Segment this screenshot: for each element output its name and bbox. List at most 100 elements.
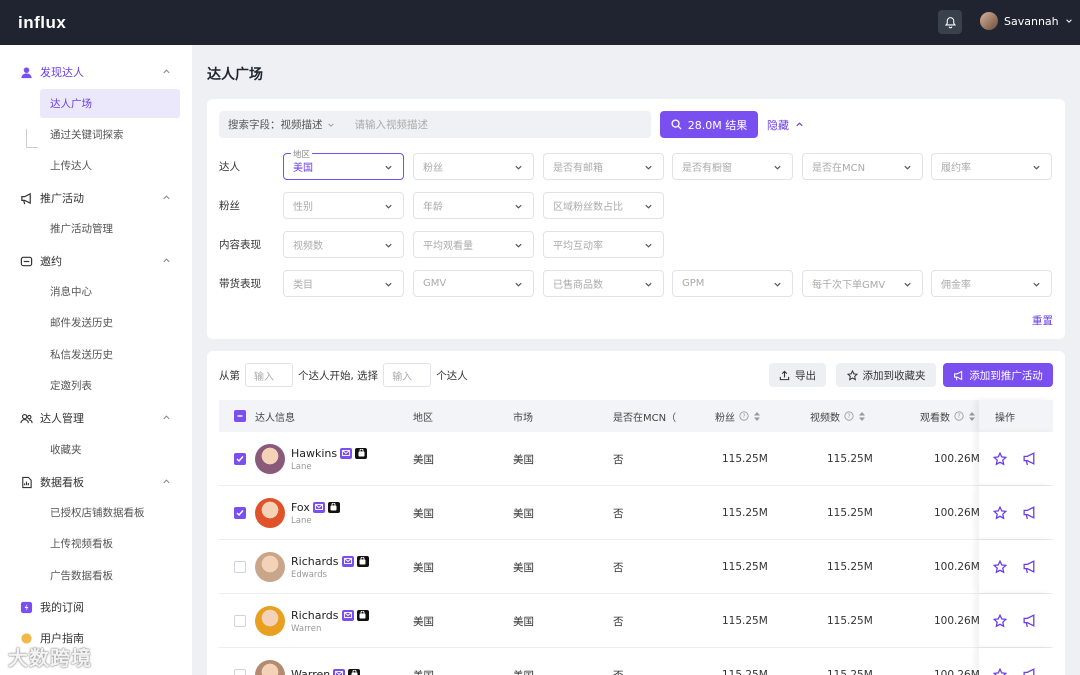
sidebar-group-discover[interactable]: 发现达人 <box>0 59 192 85</box>
region-select[interactable]: 地区 美国 <box>283 148 404 180</box>
count-input[interactable]: 输入 <box>383 363 432 387</box>
fulfillment-select[interactable]: 履约率 <box>931 153 1052 180</box>
campaign-action[interactable] <box>1022 559 1037 577</box>
talent-info-cell[interactable]: Hawkins Lane <box>255 432 368 486</box>
favorite-action[interactable] <box>992 451 1008 469</box>
sidebar-group-dashboards[interactable]: 数据看板 <box>0 469 192 495</box>
items-sold-select[interactable]: 已售商品数 <box>543 270 664 297</box>
commission-select[interactable]: 佣金率 <box>931 270 1052 297</box>
talent-name[interactable]: Hawkins <box>291 447 337 460</box>
gmv-select[interactable]: GMV <box>413 270 534 297</box>
table-row[interactable]: Warren 美国 美国 否 115.25M 115.25M 100.26M <box>219 648 1053 675</box>
favorite-action[interactable] <box>992 667 1008 675</box>
campaign-label: 添加到推广活动 <box>969 369 1043 382</box>
sidebar-group-subscription[interactable]: 我的订阅 <box>0 594 192 620</box>
export-button[interactable]: 导出 <box>769 363 826 387</box>
category-select[interactable]: 类目 <box>283 270 404 297</box>
hide-filters-button[interactable]: 隐藏 <box>767 111 804 138</box>
favorite-action[interactable] <box>992 559 1008 577</box>
select-all-cell[interactable] <box>234 400 246 432</box>
sort-icon[interactable] <box>858 411 866 422</box>
sidebar-item-email-history[interactable]: 邮件发送历史 <box>40 308 180 337</box>
table-row[interactable]: Richards Warren 美国 美国 否 115.25M 115.25M 100.26M <box>219 594 1053 648</box>
notification-button[interactable] <box>938 10 962 34</box>
favorite-action[interactable] <box>992 613 1008 631</box>
campaign-action[interactable] <box>1022 667 1037 675</box>
talent-info-cell[interactable]: Richards Edwards <box>255 540 369 594</box>
table-row[interactable]: Fox Lane 美国 美国 否 115.25M 115.25M 100.26M <box>219 486 1053 540</box>
add-to-campaign-button[interactable]: 添加到推广活动 <box>943 363 1053 387</box>
search-input[interactable]: 请输入视频描述 <box>355 117 429 132</box>
campaign-action[interactable] <box>1022 505 1037 523</box>
region-follower-share-select[interactable]: 区域粉丝数占比 <box>543 192 664 219</box>
app-logo[interactable]: influx <box>18 13 66 33</box>
talent-name[interactable]: Fox <box>291 501 310 514</box>
row-select-cell[interactable] <box>234 432 246 486</box>
search-results-button[interactable]: 28.0M 结果 <box>660 111 758 138</box>
row-checkbox[interactable] <box>234 669 246 675</box>
col-followers[interactable]: 粉丝 ? <box>715 400 761 432</box>
sidebar-group-talent-manage[interactable]: 达人管理 <box>0 405 192 431</box>
sidebar-item-invite-list[interactable]: 定邀列表 <box>40 371 180 400</box>
sidebar-item-favorites[interactable]: 收藏夹 <box>40 435 180 464</box>
talent-name[interactable]: Richards <box>291 555 339 568</box>
favorite-action[interactable] <box>992 505 1008 523</box>
sidebar-item-message-center[interactable]: 消息中心 <box>40 277 180 306</box>
row-checkbox[interactable] <box>234 453 246 465</box>
campaign-action[interactable] <box>1022 451 1037 469</box>
sort-icon[interactable] <box>753 411 761 422</box>
user-menu[interactable]: Savannah <box>980 12 1073 30</box>
row-select-cell[interactable] <box>234 594 246 648</box>
sidebar-item-upload-talent[interactable]: 上传达人 <box>40 151 180 180</box>
row-checkbox[interactable] <box>234 561 246 573</box>
sidebar-item-talent-square[interactable]: 达人广场 <box>40 89 180 118</box>
sidebar-item-dm-history[interactable]: 私信发送历史 <box>40 340 180 369</box>
talent-name[interactable]: Richards <box>291 609 339 622</box>
sidebar-item-ad-dashboard[interactable]: 广告数据看板 <box>40 561 180 590</box>
select-all-checkbox[interactable] <box>234 410 246 422</box>
followers-select[interactable]: 粉丝 <box>413 153 534 180</box>
in-mcn-select[interactable]: 是否在MCN <box>802 153 923 180</box>
gmv-per-thousand-select[interactable]: 每千次下单GMV <box>802 270 923 297</box>
reset-link[interactable]: 重置 <box>1032 313 1053 328</box>
talent-info-cell[interactable]: Fox Lane <box>255 486 340 540</box>
search-bar[interactable]: 搜索字段：视频描述 请输入视频描述 <box>219 111 651 138</box>
sidebar-group-invite[interactable]: 邀约 <box>0 248 192 274</box>
add-to-favorites-button[interactable]: 添加到收藏夹 <box>836 363 936 387</box>
has-showcase-select[interactable]: 是否有橱窗 <box>672 153 793 180</box>
age-select[interactable]: 年龄 <box>413 192 534 219</box>
row-select-cell[interactable] <box>234 486 246 540</box>
mcn-cell: 否 <box>613 648 624 675</box>
has-email-select[interactable]: 是否有邮箱 <box>543 153 664 180</box>
start-index-input[interactable]: 输入 <box>245 363 293 387</box>
table-row[interactable]: Hawkins Lane 美国 美国 否 115.25M 115.25M 100.26M <box>219 432 1053 486</box>
col-views[interactable]: 观看数 ? <box>920 400 976 432</box>
sidebar-item-video-dashboard[interactable]: 上传视频看板 <box>40 529 180 558</box>
table-row[interactable]: Richards Edwards 美国 美国 否 115.25M 115.25M 100.26… <box>219 540 1053 594</box>
sidebar-item-campaign-manage[interactable]: 推广活动管理 <box>40 214 180 243</box>
video-count-select[interactable]: 视频数 <box>283 231 404 258</box>
row-checkbox[interactable] <box>234 507 246 519</box>
talent-info-cell[interactable]: Warren <box>255 648 361 675</box>
users-icon <box>20 413 33 423</box>
campaign-action[interactable] <box>1022 613 1037 631</box>
sidebar-item-shop-dashboard[interactable]: 已授权店铺数据看板 <box>40 498 180 527</box>
actions-cell <box>979 432 1053 485</box>
search-field-select[interactable]: 搜索字段：视频描述 <box>228 117 335 132</box>
row-select-cell[interactable] <box>234 540 246 594</box>
gpm-select[interactable]: GPM <box>672 270 793 297</box>
sort-icon[interactable] <box>968 411 976 422</box>
col-videos[interactable]: 视频数 ? <box>810 400 866 432</box>
sidebar-group-campaigns[interactable]: 推广活动 <box>0 185 192 211</box>
avg-views-select[interactable]: 平均观看量 <box>413 231 534 258</box>
col-label: 观看数 <box>920 412 950 424</box>
email-badge-icon <box>340 447 353 459</box>
talent-info-cell[interactable]: Richards Warren <box>255 594 369 648</box>
row-select-cell[interactable] <box>234 648 246 675</box>
row-checkbox[interactable] <box>234 615 246 627</box>
talent-name[interactable]: Warren <box>291 668 330 675</box>
sidebar-item-keyword-explore[interactable]: 通过关键词探索 <box>40 120 180 149</box>
gender-select[interactable]: 性别 <box>283 192 404 219</box>
hide-label: 隐藏 <box>767 118 789 132</box>
avg-engagement-select[interactable]: 平均互动率 <box>543 231 664 258</box>
